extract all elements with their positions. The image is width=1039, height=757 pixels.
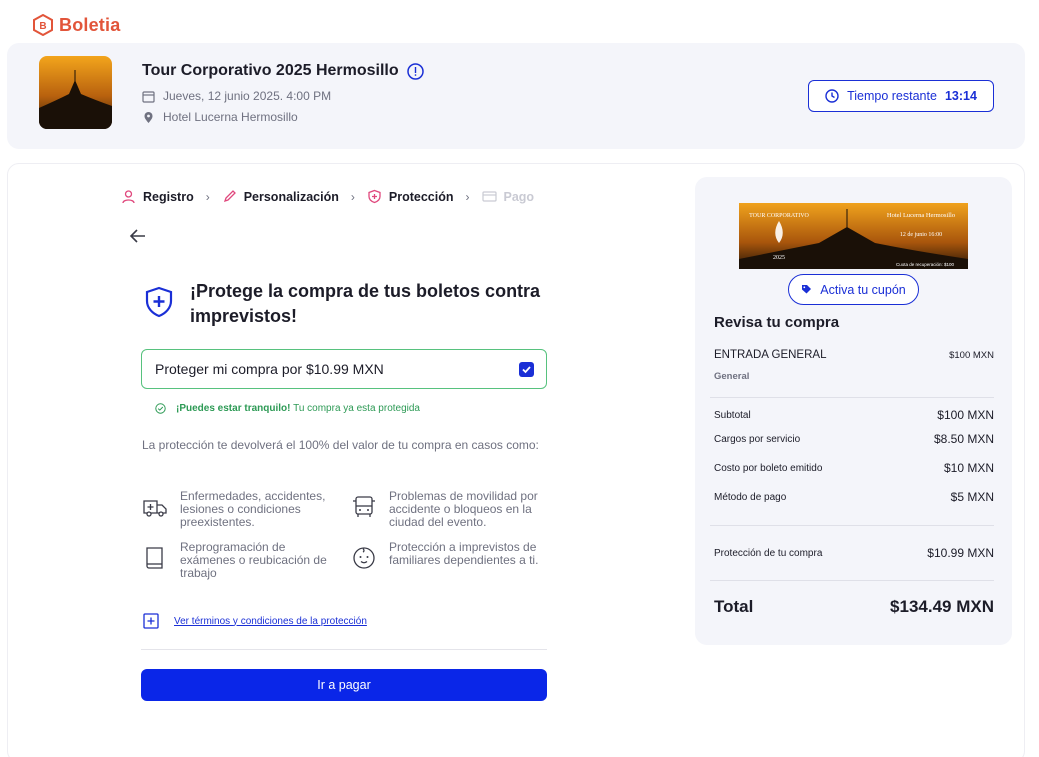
baby-face-icon: [353, 547, 375, 569]
timer-label: Tiempo restante: [847, 89, 937, 103]
line-label: Costo por boleto emitido: [714, 462, 823, 474]
banner-fee: Cuota de recuperación: $100: [896, 262, 955, 267]
benefit-item: Problemas de movilidad por accidente o b…: [351, 490, 549, 529]
benefit-text: Problemas de movilidad por accidente o b…: [389, 489, 538, 529]
step-registro[interactable]: Registro: [121, 189, 194, 204]
protection-option-label: Proteger mi compra por $10.99 MXN: [155, 361, 384, 377]
summary-line: Subtotal $100 MXN: [714, 408, 994, 422]
event-thumbnail: [39, 56, 112, 129]
line-value: $10.99 MXN: [927, 546, 994, 560]
event-banner-image: TOUR CORPORATIVO 2025 Hotel Lucerna Herm…: [739, 203, 968, 269]
checkout-steps: Registro › Personalización › Protección …: [121, 189, 534, 204]
boletia-logo[interactable]: B Boletia: [33, 14, 120, 36]
calendar-icon: [142, 90, 155, 103]
ambulance-icon: [143, 500, 167, 517]
tag-icon: [802, 285, 812, 294]
line-label: Protección de tu compra: [714, 547, 823, 559]
pencil-icon: [223, 190, 236, 203]
event-date: Jueves, 12 junio 2025. 4:00 PM: [142, 89, 331, 103]
divider: [141, 649, 547, 650]
benefit-item: Enfermedades, accidentes, lesiones o con…: [142, 490, 340, 529]
event-title: Tour Corporativo 2025 Hermosillo: [142, 62, 399, 79]
protection-description: La protección te devolverá el 100% del v…: [142, 438, 539, 452]
line-value: $100 MXN: [937, 408, 994, 422]
card-icon: [481, 191, 497, 202]
summary-title: Revisa tu compra: [714, 314, 840, 331]
divider: [710, 580, 994, 581]
ticket-type: General: [714, 371, 750, 382]
ticket-line: ENTRADA GENERAL $100 MXN: [714, 349, 994, 361]
banner-brand: TOUR CORPORATIVO: [749, 213, 809, 219]
line-value: $5 MXN: [950, 490, 994, 504]
line-value: $10 MXN: [943, 461, 994, 475]
location-pin-icon: [144, 111, 153, 123]
step-personalizacion[interactable]: Personalización: [222, 189, 339, 204]
time-remaining-badge[interactable]: Tiempo restante 13:14: [808, 80, 994, 112]
step-proteccion[interactable]: Protección: [367, 189, 454, 204]
timer-value: 13:14: [944, 89, 977, 103]
terms-link-text[interactable]: Ver términos y condiciones de la protecc…: [174, 616, 367, 627]
assure-text: Tu compra ya esta protegida: [293, 403, 420, 414]
benefit-text: Protección a imprevistos de familiares d…: [389, 540, 539, 567]
event-date-text: Jueves, 12 junio 2025. 4:00 PM: [163, 89, 332, 103]
clock-icon: [825, 89, 839, 103]
chevron-right-icon: ›: [205, 189, 210, 204]
event-venue: Hotel Lucerna Hermosillo: [142, 110, 298, 124]
shield-plus-icon: [145, 286, 173, 318]
chevron-right-icon: ›: [465, 189, 470, 204]
bus-icon: [353, 496, 375, 517]
book-icon: [146, 547, 163, 569]
protection-confirmation: ¡Puedes estar tranquilo! Tu compra ya es…: [155, 403, 420, 414]
total-label: Total: [714, 597, 754, 616]
banner-year: 2025: [773, 255, 785, 261]
step-label: Pago: [503, 189, 535, 204]
info-icon[interactable]: [406, 62, 424, 80]
total-value: $134.49 MXN: [890, 597, 994, 616]
check-circle-icon: [155, 403, 166, 414]
event-header: Tour Corporativo 2025 Hermosillo Jueves,…: [7, 43, 1025, 149]
divider: [710, 397, 994, 398]
protection-option[interactable]: Proteger mi compra por $10.99 MXN: [141, 349, 547, 389]
back-arrow-icon[interactable]: [129, 228, 147, 244]
ticket-name: ENTRADA GENERAL: [714, 349, 827, 361]
benefit-text: Enfermedades, accidentes, lesiones o con…: [180, 489, 326, 529]
shield-icon: [368, 189, 381, 204]
terms-link[interactable]: Ver términos y condiciones de la protecc…: [143, 613, 367, 629]
benefit-text: Reprogramación de exámenes o reubicación…: [180, 540, 327, 580]
summary-line: Cargos por servicio $8.50 MXN: [714, 432, 994, 446]
line-label: Método de pago: [714, 491, 787, 503]
plus-square-icon: [143, 613, 159, 629]
step-label: Protección: [388, 189, 454, 204]
activate-coupon-button[interactable]: Activa tu cupón: [788, 274, 919, 305]
protection-heading: ¡Protege la compra de tus boletos contra…: [190, 281, 541, 326]
protection-checkbox[interactable]: [519, 361, 534, 377]
svg-text:B: B: [39, 21, 46, 32]
line-label: Subtotal: [714, 409, 751, 421]
summary-line: Método de pago $5 MXN: [714, 490, 994, 504]
checkmark-icon: [522, 365, 531, 373]
assure-bold: ¡Puedes estar tranquilo!: [176, 403, 291, 414]
line-label: Cargos por servicio: [714, 433, 801, 445]
summary-line: Costo por boleto emitido $10 MXN: [714, 461, 994, 475]
banner-date: 12 de junio 16:00: [900, 232, 942, 238]
divider: [710, 525, 994, 526]
benefit-item: Protección a imprevistos de familiares d…: [351, 541, 549, 571]
brand-name: Boletia: [59, 14, 121, 35]
step-pago: Pago: [481, 189, 535, 204]
protection-line: Protección de tu compra $10.99 MXN: [714, 546, 994, 560]
line-value: $8.50 MXN: [933, 432, 994, 446]
benefit-item: Reprogramación de exámenes o reubicación…: [142, 541, 340, 580]
chevron-right-icon: ›: [350, 189, 355, 204]
coupon-label: Activa tu cupón: [820, 282, 906, 297]
step-label: Registro: [143, 189, 194, 204]
banner-venue: Hotel Lucerna Hermosillo: [887, 212, 955, 219]
total-line: Total $134.49 MXN: [714, 597, 994, 617]
event-venue-text: Hotel Lucerna Hermosillo: [163, 110, 298, 124]
step-label: Personalización: [243, 189, 339, 204]
boletia-logo-icon: B: [33, 14, 53, 36]
go-to-pay-button[interactable]: Ir a pagar: [141, 669, 547, 701]
user-icon: [122, 190, 135, 204]
ticket-price: $100 MXN: [949, 349, 994, 361]
